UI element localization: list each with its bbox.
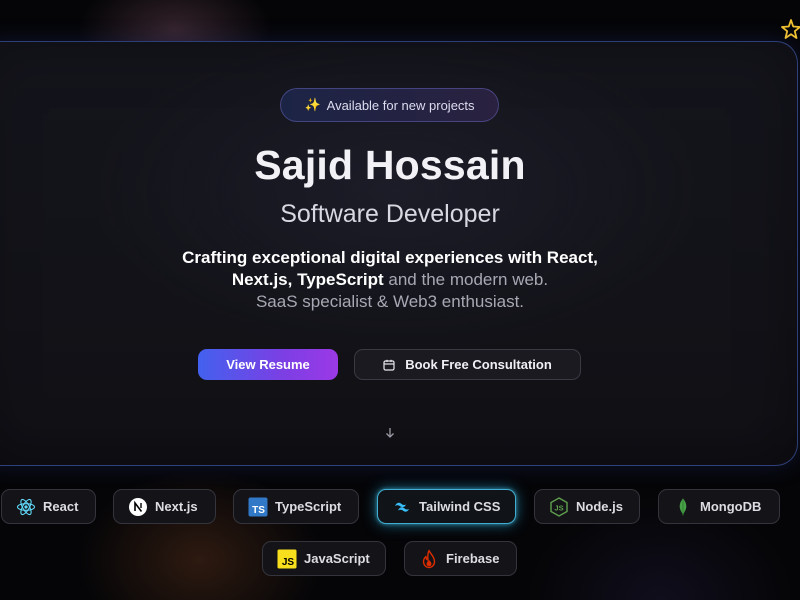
calendar-icon	[383, 359, 395, 371]
javascript-icon: JS	[277, 549, 297, 569]
arrow-down-icon[interactable]	[382, 425, 398, 441]
tagline: Crafting exceptional digital experiences…	[0, 247, 780, 313]
page-title: Sajid Hossain	[254, 142, 526, 188]
portfolio-page: ✨ Available for new projects Sajid Hossa…	[0, 0, 800, 600]
star-icon	[781, 19, 800, 39]
nextjs-icon	[128, 497, 148, 517]
svg-text:JS: JS	[554, 503, 563, 512]
tech-chip-firebase[interactable]: Firebase	[404, 541, 517, 576]
tagline-line-1: Crafting exceptional digital experiences…	[182, 248, 598, 267]
tech-chip-javascript[interactable]: JS JavaScript	[262, 541, 386, 576]
typescript-icon: TS	[248, 497, 268, 517]
svg-text:JS: JS	[282, 557, 295, 568]
tech-chip-typescript[interactable]: TS TypeScript	[233, 489, 359, 524]
firebase-icon	[419, 549, 439, 569]
tech-chip-label: MongoDB	[700, 499, 762, 514]
job-title: Software Developer	[280, 200, 500, 228]
nodejs-icon: JS	[549, 496, 569, 517]
tech-chip-label: Tailwind CSS	[419, 499, 501, 514]
tech-chip-label: Firebase	[446, 551, 500, 566]
view-resume-button[interactable]: View Resume	[198, 349, 338, 380]
book-consultation-label: Book Free Consultation	[405, 357, 552, 372]
svg-text:TS: TS	[252, 505, 265, 516]
tech-chip-react[interactable]: React	[1, 489, 96, 524]
tech-chip-label: TypeScript	[275, 499, 342, 514]
book-consultation-button[interactable]: Book Free Consultation	[354, 349, 581, 380]
tagline-line-2-rest: and the modern web.	[383, 270, 549, 289]
react-icon	[16, 497, 36, 517]
availability-badge-label: Available for new projects	[326, 97, 475, 113]
tagline-tech-highlight: Next.js, TypeScript	[231, 270, 384, 289]
tech-chip-nodejs[interactable]: JS Node.js	[534, 489, 640, 524]
tech-chip-mongodb[interactable]: MongoDB	[658, 489, 780, 524]
sparkles-icon: ✨	[304, 97, 321, 113]
mongodb-icon	[673, 497, 693, 517]
tech-chip-nextjs[interactable]: Next.js	[113, 489, 216, 524]
tech-chip-label: JavaScript	[304, 551, 370, 566]
tailwind-icon	[392, 497, 412, 517]
tech-chip-tailwind[interactable]: Tailwind CSS	[377, 489, 516, 524]
tagline-line-3: SaaS specialist & Web3 enthusiast.	[255, 292, 525, 311]
availability-badge: ✨ Available for new projects	[280, 88, 499, 122]
tech-chip-label: Node.js	[576, 499, 623, 514]
tech-chip-label: Next.js	[155, 499, 198, 514]
tech-chip-label: React	[43, 499, 79, 514]
